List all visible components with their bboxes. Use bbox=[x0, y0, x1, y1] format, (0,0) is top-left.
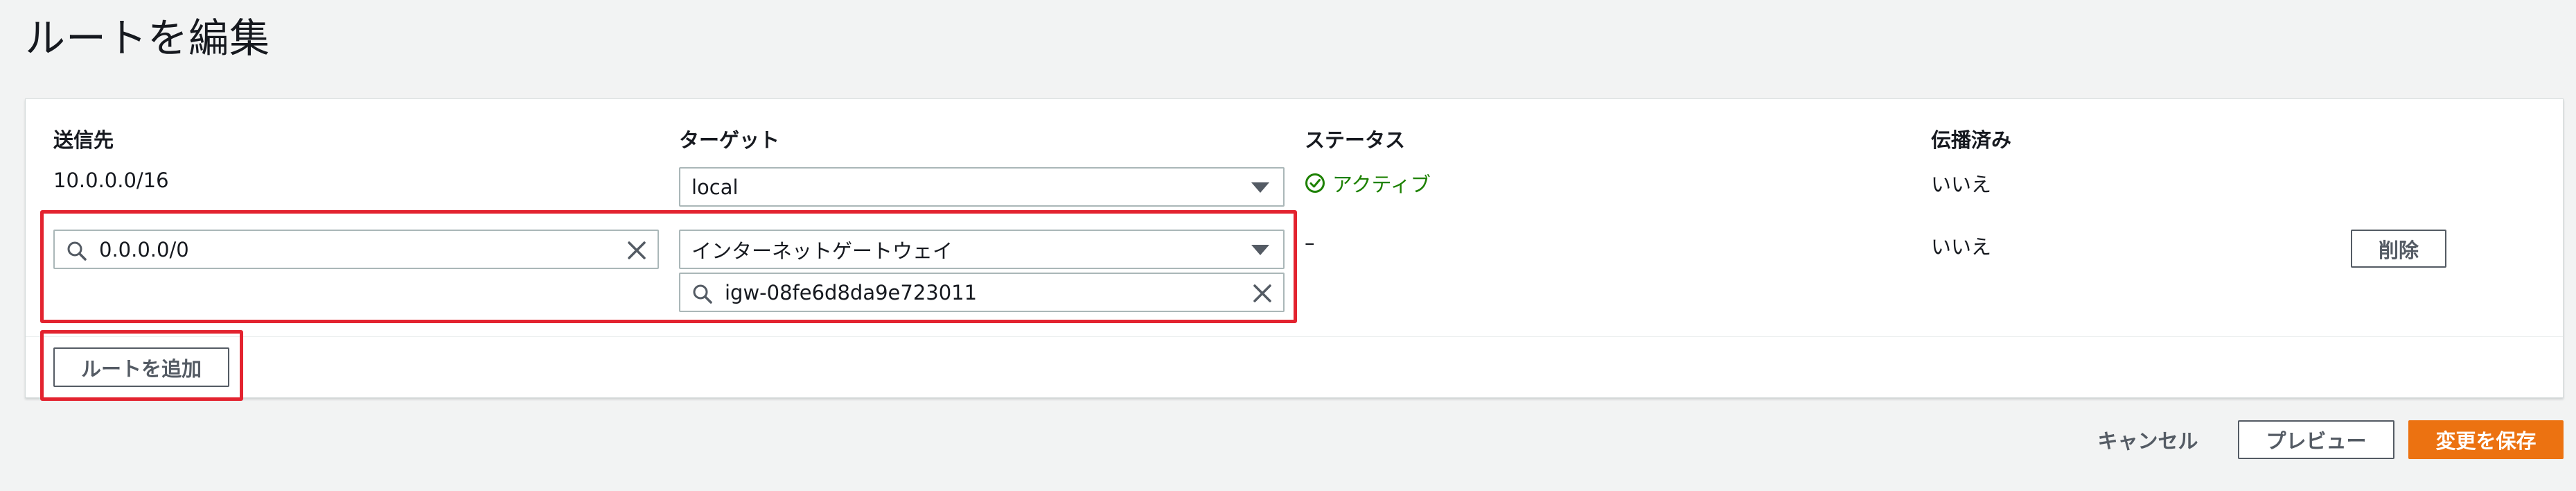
save-changes-button[interactable]: 変更を保存 bbox=[2408, 420, 2564, 459]
route-status: – bbox=[1305, 231, 1315, 255]
column-header-target: ターゲット bbox=[679, 128, 780, 152]
preview-button[interactable]: プレビュー bbox=[2238, 420, 2394, 459]
column-header-status: ステータス bbox=[1305, 128, 1406, 152]
search-icon bbox=[693, 284, 712, 304]
routes-panel: 送信先 ターゲット ステータス 伝播済み 10.0.0.0/16 local ア… bbox=[25, 98, 2564, 398]
search-icon bbox=[67, 241, 87, 261]
column-header-propagated: 伝播済み bbox=[1931, 128, 2012, 152]
target-type-select[interactable]: インターネットゲートウェイ bbox=[679, 230, 1285, 269]
status-label: アクティブ bbox=[1332, 173, 1431, 196]
caret-down-icon bbox=[1251, 244, 1269, 255]
cancel-button[interactable]: キャンセル bbox=[2085, 420, 2210, 459]
remove-route-button[interactable]: 削除 bbox=[2351, 230, 2446, 268]
target-select-value: local bbox=[691, 175, 739, 199]
gateway-search-value: igw-08fe6d8da9e723011 bbox=[725, 280, 978, 304]
target-select[interactable]: local bbox=[679, 167, 1285, 207]
route-propagated: いいえ bbox=[1931, 173, 1992, 196]
destination-input-value: 0.0.0.0/0 bbox=[99, 237, 189, 261]
caret-down-icon bbox=[1251, 182, 1269, 193]
add-route-button[interactable]: ルートを追加 bbox=[53, 347, 229, 387]
status-active: アクティブ bbox=[1305, 169, 1431, 198]
clear-icon[interactable] bbox=[1251, 282, 1273, 304]
target-type-select-value: インターネットゲートウェイ bbox=[691, 239, 953, 263]
clear-icon[interactable] bbox=[626, 239, 648, 261]
column-header-destination: 送信先 bbox=[53, 128, 114, 152]
route-propagated: いいえ bbox=[1931, 235, 1992, 259]
divider bbox=[26, 336, 2563, 337]
check-circle-icon bbox=[1305, 173, 1325, 193]
gateway-search-input[interactable]: igw-08fe6d8da9e723011 bbox=[679, 273, 1285, 312]
destination-input[interactable]: 0.0.0.0/0 bbox=[53, 230, 659, 269]
route-destination: 10.0.0.0/16 bbox=[53, 169, 169, 192]
page-title: ルートを編集 bbox=[25, 15, 271, 62]
